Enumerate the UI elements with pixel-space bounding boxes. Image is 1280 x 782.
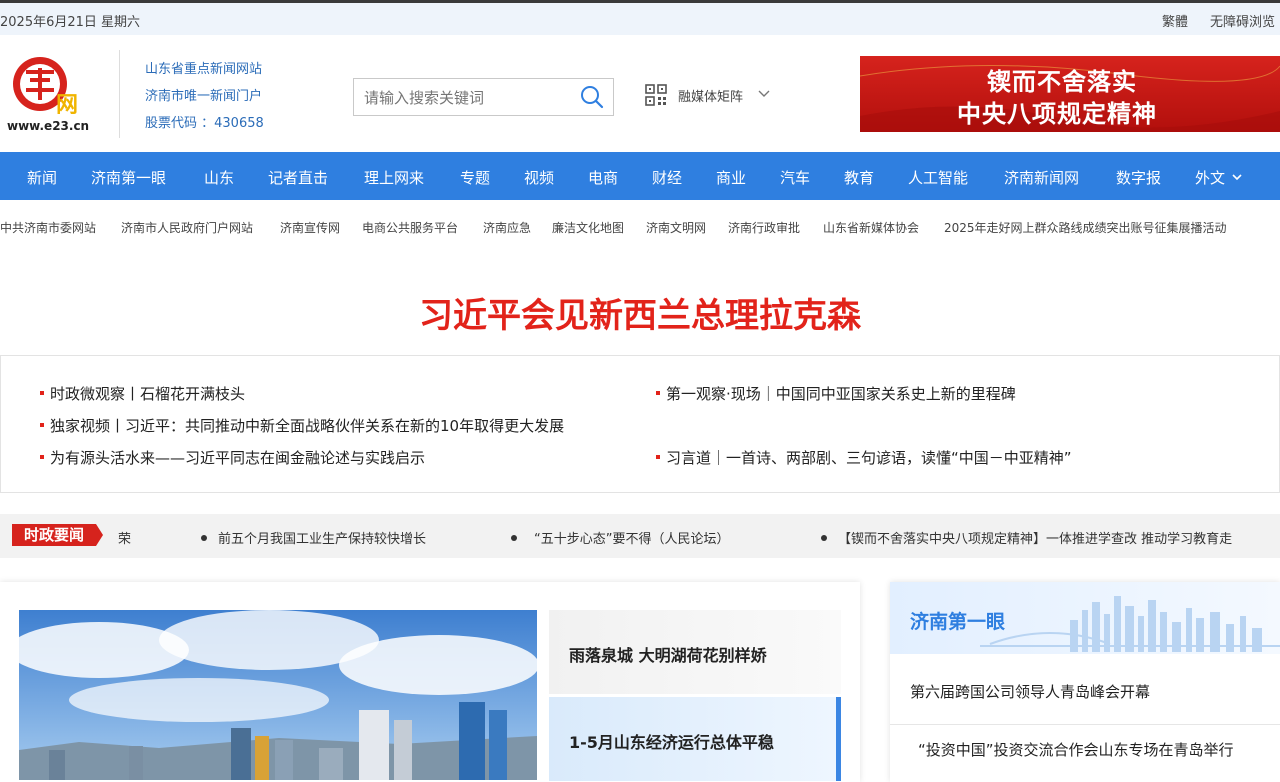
media-matrix-dropdown[interactable]: 融媒体矩阵 bbox=[678, 86, 743, 105]
nav-item-ecommerce[interactable]: 电商 bbox=[588, 167, 618, 188]
link-item[interactable]: 廉洁文化地图 bbox=[552, 219, 624, 236]
bullet-icon bbox=[40, 422, 44, 427]
traditional-chinese-link[interactable]: 繁體 bbox=[1162, 11, 1188, 30]
site-logo[interactable]: 网 www.e23.cn bbox=[6, 54, 96, 134]
nav-item-special[interactable]: 专题 bbox=[460, 167, 490, 188]
search-input[interactable] bbox=[364, 87, 574, 109]
nav-item-reporter[interactable]: 记者直击 bbox=[268, 167, 328, 188]
top-headline[interactable]: 习近平会见新西兰总理拉克森 bbox=[0, 288, 1280, 337]
bullet-icon bbox=[821, 535, 827, 541]
ticker-item[interactable]: 前五个月我国工业生产保持较快增长 bbox=[218, 528, 426, 547]
feature-side-item[interactable]: 雨落泉城 大明湖荷花别样娇 bbox=[549, 610, 841, 694]
bullet-icon bbox=[656, 454, 660, 459]
list-item[interactable]: “投资中国”投资交流合作会山东专场在青岛举行 bbox=[918, 739, 1234, 760]
news-item[interactable]: 独家视频丨习近平：共同推动中新全面战略伙伴关系在新的10年取得更大发展 bbox=[40, 415, 564, 436]
link-item[interactable]: 济南文明网 bbox=[646, 219, 706, 236]
accessibility-link[interactable]: 无障碍浏览 bbox=[1210, 11, 1275, 30]
search-box bbox=[353, 78, 614, 116]
campaign-banner[interactable]: 锲而不舍落实 中央八项规定精神 bbox=[860, 56, 1280, 132]
news-item[interactable]: 第一观察·现场｜中国同中亚国家关系史上新的里程碑 bbox=[656, 383, 1016, 404]
top-bar: 2025年6月21日 星期六 繁體 无障碍浏览 bbox=[0, 3, 1280, 35]
tagline-news-portal: 济南市唯一新闻门户 bbox=[145, 89, 263, 104]
bullet-icon bbox=[201, 535, 207, 541]
ticker-tag: 时政要闻 bbox=[12, 524, 96, 546]
svg-text:网: 网 bbox=[56, 92, 78, 118]
nav-item-foreign[interactable]: 外文 bbox=[1195, 167, 1225, 188]
nav-item-digital-paper[interactable]: 数字报 bbox=[1116, 167, 1161, 188]
tagline-key-news-site: 山东省重点新闻网站 bbox=[145, 62, 263, 77]
header-divider bbox=[119, 50, 120, 138]
nav-item-auto[interactable]: 汽车 bbox=[780, 167, 810, 188]
link-item[interactable]: 济南应急 bbox=[483, 219, 531, 236]
link-item[interactable]: 济南行政审批 bbox=[728, 219, 800, 236]
chevron-down-icon[interactable] bbox=[1232, 172, 1242, 182]
list-item[interactable]: 第六届跨国公司领导人青岛峰会开幕 bbox=[910, 681, 1150, 702]
logo-url: www.e23.cn bbox=[7, 119, 89, 133]
banner-line-2: 中央八项规定精神 bbox=[957, 100, 1157, 128]
logo-graphic: 网 www.e23.cn bbox=[7, 57, 89, 133]
news-item[interactable]: 为有源头活水来——习近平同志在闽金融论述与实践启示 bbox=[40, 447, 425, 468]
nav-item-jinan-first-look[interactable]: 济南第一眼 bbox=[91, 167, 166, 188]
nav-item-theory[interactable]: 理上网来 bbox=[364, 167, 424, 188]
chevron-down-icon[interactable] bbox=[758, 88, 770, 100]
feature-side-item-active[interactable]: 1-5月山东经济运行总体平稳 bbox=[549, 697, 841, 781]
ticker-item[interactable]: 荣 bbox=[118, 528, 131, 547]
nav-item-jinan-news[interactable]: 济南新闻网 bbox=[1004, 167, 1079, 188]
divider bbox=[890, 724, 1280, 725]
news-item[interactable]: 习言道｜一首诗、两部剧、三句谚语，读懂“中国－中亚精神” bbox=[656, 447, 1072, 468]
link-item[interactable]: 中共济南市委网站 bbox=[0, 219, 96, 236]
bullet-icon bbox=[656, 390, 660, 395]
link-item[interactable]: 济南市人民政府门户网站 bbox=[121, 219, 253, 236]
qr-code-icon[interactable] bbox=[645, 84, 667, 106]
banner-line-1: 锲而不舍落实 bbox=[987, 68, 1137, 96]
stock-code: 股票代码 ：430658 bbox=[145, 116, 264, 131]
link-item[interactable]: 济南宣传网 bbox=[280, 219, 340, 236]
nav-item-news[interactable]: 新闻 bbox=[27, 167, 57, 188]
search-icon[interactable] bbox=[579, 84, 605, 110]
news-ticker: 时政要闻 荣 前五个月我国工业生产保持较快增长 “五十步心态”要不得（人民论坛）… bbox=[0, 514, 1280, 558]
nav-item-ai[interactable]: 人工智能 bbox=[908, 167, 968, 188]
link-item[interactable]: 2025年走好网上群众路线成绩突出账号征集展播活动 bbox=[944, 219, 1227, 236]
nav-item-business[interactable]: 商业 bbox=[716, 167, 746, 188]
link-item[interactable]: 电商公共服务平台 bbox=[362, 219, 458, 236]
ticker-item[interactable]: 【锲而不舍落实中央八项规定精神】一体推进学查改 推动学习教育走 bbox=[838, 528, 1232, 547]
main-nav: 新闻 济南第一眼 山东 记者直击 理上网来 专题 视频 电商 财经 商业 汽车 … bbox=[0, 152, 1280, 200]
bullet-icon bbox=[511, 535, 517, 541]
panel-title[interactable]: 济南第一眼 bbox=[910, 607, 1005, 634]
news-item[interactable]: 时政微观察丨石榴花开满枝头 bbox=[40, 383, 245, 404]
feature-photo-city[interactable] bbox=[19, 610, 537, 780]
link-item[interactable]: 山东省新媒体协会 bbox=[823, 219, 919, 236]
current-date: 2025年6月21日 星期六 bbox=[0, 15, 141, 30]
ticker-item[interactable]: “五十步心态”要不得（人民论坛） bbox=[534, 528, 729, 547]
nav-item-video[interactable]: 视频 bbox=[524, 167, 554, 188]
nav-item-finance[interactable]: 财经 bbox=[652, 167, 682, 188]
bullet-icon bbox=[40, 390, 44, 395]
bullet-icon bbox=[40, 454, 44, 459]
city-skyline-image bbox=[19, 610, 537, 780]
ticker-tag-arrow bbox=[96, 524, 103, 546]
nav-item-shandong[interactable]: 山东 bbox=[204, 167, 234, 188]
nav-item-education[interactable]: 教育 bbox=[844, 167, 874, 188]
